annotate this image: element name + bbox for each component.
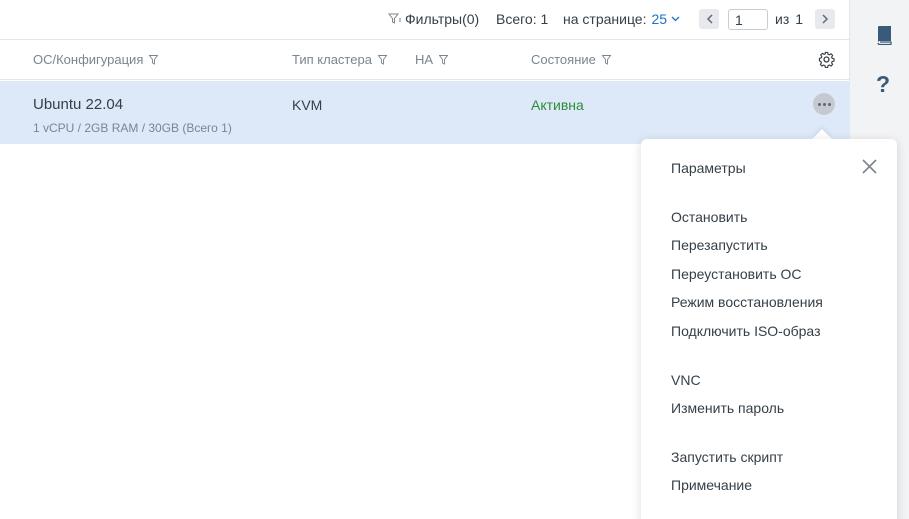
- column-header-ha[interactable]: HA: [415, 52, 449, 67]
- menu-item-parameters[interactable]: Параметры: [671, 160, 746, 176]
- table-row[interactable]: Ubuntu 22.04 1 vCPU / 2GB RAM / 30GB (Вс…: [0, 81, 850, 144]
- prev-page-button[interactable]: [699, 9, 719, 29]
- menu-item-recovery-mode[interactable]: Режим восстановления: [671, 294, 823, 310]
- filter-icon[interactable]: [377, 54, 387, 65]
- help-icon[interactable]: ?: [876, 71, 890, 98]
- config-summary: 1 vCPU / 2GB RAM / 30GB (Всего 1): [33, 121, 232, 135]
- per-page-value: 25: [651, 11, 668, 27]
- total-count: Всего: 1: [496, 11, 549, 27]
- chevron-down-icon: [671, 16, 680, 22]
- column-header-label: Тип кластера: [292, 52, 372, 67]
- gear-icon[interactable]: [818, 51, 835, 68]
- column-header-label: ОС/Конфигурация: [33, 52, 144, 67]
- menu-item-reinstall-os[interactable]: Переустановить ОС: [671, 266, 802, 282]
- menu-item-stop[interactable]: Остановить: [671, 209, 747, 225]
- close-icon[interactable]: [861, 158, 878, 175]
- filters-label: Фильтры(0): [405, 11, 480, 27]
- filter-icon[interactable]: [439, 54, 449, 65]
- table-header: ОС/Конфигурация Тип кластера HA Состояни…: [0, 40, 850, 80]
- column-header-state[interactable]: Состояние: [531, 52, 611, 67]
- page-total: 1: [795, 11, 804, 27]
- next-page-button[interactable]: [815, 9, 835, 29]
- row-actions-button[interactable]: [813, 93, 835, 115]
- status-text: Активна: [531, 97, 584, 113]
- page-number-input[interactable]: [728, 9, 768, 30]
- menu-item-change-password[interactable]: Изменить пароль: [671, 400, 784, 416]
- menu-item-restart[interactable]: Перезапустить: [671, 237, 768, 253]
- per-page-select[interactable]: 25: [651, 11, 680, 27]
- page-of-label: из: [775, 11, 790, 27]
- cluster-type: KVM: [292, 97, 323, 113]
- per-page: на странице: 25: [563, 11, 680, 27]
- column-header-label: Состояние: [531, 52, 596, 67]
- more-horizontal-icon: [817, 102, 831, 106]
- filter-icon: [388, 13, 401, 24]
- menu-item-run-script[interactable]: Запустить скрипт: [671, 449, 783, 465]
- book-icon[interactable]: [876, 25, 893, 45]
- os-name: Ubuntu 22.04: [33, 96, 124, 113]
- filter-icon[interactable]: [601, 54, 611, 65]
- filter-icon[interactable]: [149, 54, 159, 65]
- table-toolbar: Фильтры(0) Всего: 1 на странице: 25 из 1: [0, 0, 850, 40]
- menu-item-note[interactable]: Примечание: [671, 477, 752, 493]
- page-of: из 1: [775, 11, 803, 27]
- column-header-os[interactable]: ОС/Конфигурация: [33, 52, 159, 67]
- per-page-label: на странице:: [563, 11, 647, 27]
- column-header-cluster[interactable]: Тип кластера: [292, 52, 387, 67]
- column-header-label: HA: [415, 52, 434, 67]
- menu-item-vnc[interactable]: VNC: [671, 372, 701, 388]
- filters-button[interactable]: Фильтры(0): [388, 11, 479, 27]
- chevron-left-icon: [706, 14, 713, 24]
- menu-item-attach-iso[interactable]: Подключить ISO-образ: [671, 323, 820, 339]
- chevron-right-icon: [821, 14, 828, 24]
